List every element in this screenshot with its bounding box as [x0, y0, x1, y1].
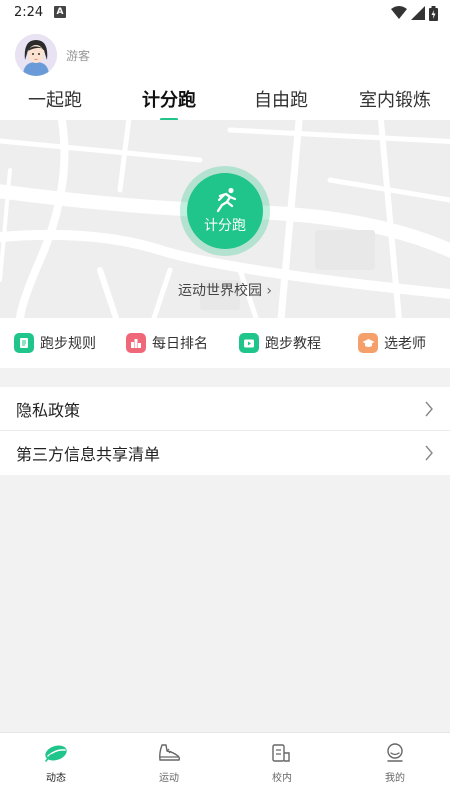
nav-label: 动态 — [46, 773, 66, 784]
tab-scored-run[interactable]: 计分跑 — [114, 86, 224, 112]
runner-icon — [216, 187, 237, 213]
campus-label: 运动世界校园 — [177, 283, 262, 299]
chevron-right-icon — [425, 445, 433, 461]
avatar-illustration — [15, 34, 57, 76]
tab-together-run[interactable]: 一起跑 — [0, 86, 110, 112]
start-scored-run-button[interactable]: 计分跑 — [180, 166, 270, 256]
campus-icon — [272, 744, 290, 762]
tab-indoor-exercise[interactable]: 室内锻炼 — [340, 86, 450, 112]
status-icons — [391, 5, 438, 21]
shoe-icon — [159, 744, 181, 761]
feed-icon — [45, 745, 67, 762]
nav-label: 校内 — [272, 773, 292, 784]
profile-icon — [387, 743, 403, 762]
chevron-right-icon: › — [266, 283, 273, 299]
quick-label: 跑步教程 — [265, 336, 321, 352]
settings-list: 隐私政策 第三方信息共享清单 — [0, 387, 450, 475]
notification-icon: A — [54, 6, 66, 18]
tutorial-icon — [239, 333, 259, 353]
quick-running-tutorial[interactable]: 跑步教程 — [239, 331, 321, 355]
nav-feed[interactable]: 动态 — [0, 743, 112, 784]
bottom-navigation: 动态 运动 校内 我的 — [0, 732, 450, 800]
battery-icon — [429, 5, 438, 21]
nav-sports[interactable]: 运动 — [113, 743, 225, 784]
privacy-policy-item[interactable]: 隐私政策 — [0, 387, 450, 431]
quick-choose-teacher[interactable]: 选老师 — [358, 331, 426, 355]
quick-running-rules[interactable]: 跑步规则 — [14, 331, 96, 355]
run-button-label: 计分跑 — [204, 218, 246, 234]
ranking-icon — [126, 333, 146, 353]
header: 游客 一起跑 计分跑 自由跑 室内锻炼 — [0, 26, 450, 121]
quick-actions: 跑步规则 每日排名 跑步教程 选老师 — [0, 318, 450, 368]
quick-label: 跑步规则 — [40, 336, 96, 352]
chevron-right-icon — [425, 401, 433, 417]
nav-campus[interactable]: 校内 — [226, 743, 338, 784]
mode-tabs: 一起跑 计分跑 自由跑 室内锻炼 — [0, 82, 450, 121]
list-item-label: 第三方信息共享清单 — [16, 445, 161, 464]
nav-label: 运动 — [159, 773, 179, 784]
tab-free-run[interactable]: 自由跑 — [226, 86, 336, 112]
quick-label: 每日排名 — [152, 336, 208, 352]
run-button-core: 计分跑 — [187, 173, 263, 249]
quick-daily-ranking[interactable]: 每日排名 — [126, 331, 208, 355]
nav-profile[interactable]: 我的 — [339, 743, 450, 784]
avatar[interactable] — [15, 34, 57, 76]
third-party-sharing-item[interactable]: 第三方信息共享清单 — [0, 431, 450, 475]
campus-selector[interactable]: 运动世界校园 › — [0, 280, 450, 300]
campus-map[interactable]: 计分跑 运动世界校园 › — [0, 120, 450, 318]
teacher-icon — [358, 333, 378, 353]
wifi-icon — [391, 6, 407, 19]
user-name: 游客 — [66, 49, 91, 63]
status-bar: 2:24 A — [0, 0, 450, 26]
status-time: 2:24 — [14, 5, 44, 20]
signal-icon — [411, 6, 425, 20]
nav-label: 我的 — [385, 773, 405, 784]
rules-icon — [14, 333, 34, 353]
quick-label: 选老师 — [384, 336, 426, 352]
list-item-label: 隐私政策 — [16, 400, 81, 420]
